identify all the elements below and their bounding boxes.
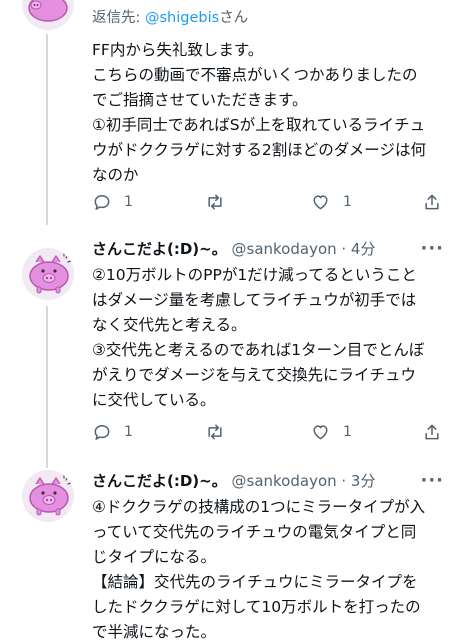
more-horizontal-icon[interactable]: ··· — [420, 470, 444, 491]
tweet-text-line: じタイプになる。 — [92, 548, 217, 566]
reply-to-line: 返信先: @shigebisさん — [92, 8, 446, 28]
share-button[interactable] — [422, 190, 442, 214]
tweet-text-line: ④ドククラゲの技構成の1つにミラータイプが入 — [92, 498, 426, 516]
tweet-header: さんこだよ(:D)~。 @sankodayon · 3分 — [92, 470, 446, 492]
more-horizontal-icon[interactable]: ··· — [420, 238, 444, 259]
tweet-text: ④ドククラゲの技構成の1つにミラータイプが入 っていて交代先のライチュウの電気タ… — [92, 495, 446, 640]
tweet-text-line: はダメージ量を考慮してライチュウが初手では — [92, 291, 417, 309]
share-button[interactable] — [422, 420, 442, 444]
avatar[interactable] — [22, 248, 74, 300]
avatar-column — [22, 0, 74, 30]
share-icon — [425, 194, 439, 210]
tweet-text-line: なく交代先と考える。 — [92, 316, 247, 334]
reply-button[interactable]: 1 — [92, 420, 133, 444]
retweet-icon — [208, 424, 222, 440]
reply-count: 1 — [124, 424, 133, 440]
avatar[interactable] — [22, 470, 74, 522]
tweet-content: さんこだよ(:D)~。 @sankodayon · 3分 ④ドククラゲの技構成の… — [92, 470, 446, 640]
tweet-text: ②10万ボルトのPPが1だけ減ってるということ はダメージ量を考慮してライチュウ… — [92, 263, 446, 413]
reply-button[interactable]: 1 — [92, 190, 133, 214]
avatar-column — [22, 248, 74, 300]
pig-avatar-icon — [28, 0, 68, 22]
tweet-text-line: FF内から失礼致します。 — [92, 41, 264, 59]
tweet-text: FF内から失礼致します。 こちらの動画で不審点がいくつかありましたの でご指摘さ… — [92, 38, 446, 188]
tweet-text-line: ②10万ボルトのPPが1だけ減ってるということ — [92, 266, 417, 284]
tweet-header: さんこだよ(:D)~。 @sankodayon · 4分 — [92, 238, 446, 260]
tweet-text-line: ①初手同士であればSが上を取れているライチュ — [92, 116, 426, 134]
like-count: 1 — [343, 424, 352, 440]
share-icon — [425, 424, 439, 440]
reply-handle-link[interactable]: @shigebis — [145, 10, 219, 26]
handle-and-time[interactable]: @sankodayon · 4分 — [232, 240, 376, 258]
pig-avatar-icon — [29, 252, 72, 294]
like-button[interactable]: 1 — [310, 190, 352, 214]
heart-icon — [313, 195, 328, 210]
display-name[interactable]: さんこだよ(:D)~。 — [92, 472, 227, 490]
tweet-text-line: 【結論】交代先のライチュウにミラータイプを — [92, 573, 418, 591]
retweet-icon — [208, 194, 222, 210]
tweet-actions: 1 1 — [92, 190, 446, 214]
tweet-text-line: でご指摘させていただきます。 — [92, 91, 308, 109]
thread-connector — [46, 306, 48, 468]
reply-bubble-icon — [94, 425, 110, 440]
reply-suffix: さん — [219, 10, 249, 26]
tweet-1[interactable]: 返信先: @shigebisさん FF内から失礼致します。 こちらの動画で不審点… — [0, 0, 464, 225]
tweet-text-line: っていて交代先のライチュウの電気タイプと同 — [92, 523, 417, 541]
retweet-button[interactable] — [204, 420, 226, 444]
pig-avatar-icon — [29, 474, 72, 516]
like-button[interactable]: 1 — [310, 420, 352, 444]
thread-connector — [46, 34, 48, 225]
reply-count: 1 — [124, 194, 133, 210]
handle-and-time[interactable]: @sankodayon · 3分 — [232, 472, 376, 490]
tweet-text-line: こちらの動画で不審点がいくつかありましたの — [92, 66, 418, 84]
tweet-text-line: がえりでダメージを与えて交換先にライチュウ — [92, 366, 416, 384]
avatar[interactable] — [22, 0, 74, 30]
tweet-thread: 返信先: @shigebisさん FF内から失礼致します。 こちらの動画で不審点… — [0, 0, 464, 640]
reply-prefix: 返信先: — [92, 10, 145, 26]
display-name[interactable]: さんこだよ(:D)~。 — [92, 240, 227, 258]
tweet-text-line: ③交代先と考えるのであれば1ターン目でとんぼ — [92, 341, 425, 359]
avatar-column — [22, 470, 74, 522]
like-count: 1 — [343, 194, 352, 210]
tweet-content: 返信先: @shigebisさん FF内から失礼致します。 こちらの動画で不審点… — [92, 8, 446, 188]
tweet-3[interactable]: さんこだよ(:D)~。 @sankodayon · 3分 ④ドククラゲの技構成の… — [0, 468, 464, 640]
tweet-text-line: なのか — [92, 166, 139, 184]
heart-icon — [313, 425, 328, 440]
tweet-text-line: に交代している。 — [92, 391, 216, 409]
retweet-button[interactable] — [204, 190, 226, 214]
tweet-2[interactable]: さんこだよ(:D)~。 @sankodayon · 4分 ②10万ボルトのPPが… — [0, 234, 464, 468]
tweet-text-line: したドククラゲに対して10万ボルトを打ったの — [92, 598, 421, 616]
tweet-text-line: で半減になった。 — [92, 623, 217, 640]
reply-bubble-icon — [94, 195, 110, 210]
tweet-text-line: ウがドククラゲに対する2割ほどのダメージは何 — [92, 141, 426, 159]
tweet-actions: 1 1 — [92, 420, 446, 444]
tweet-content: さんこだよ(:D)~。 @sankodayon · 4分 ②10万ボルトのPPが… — [92, 238, 446, 413]
